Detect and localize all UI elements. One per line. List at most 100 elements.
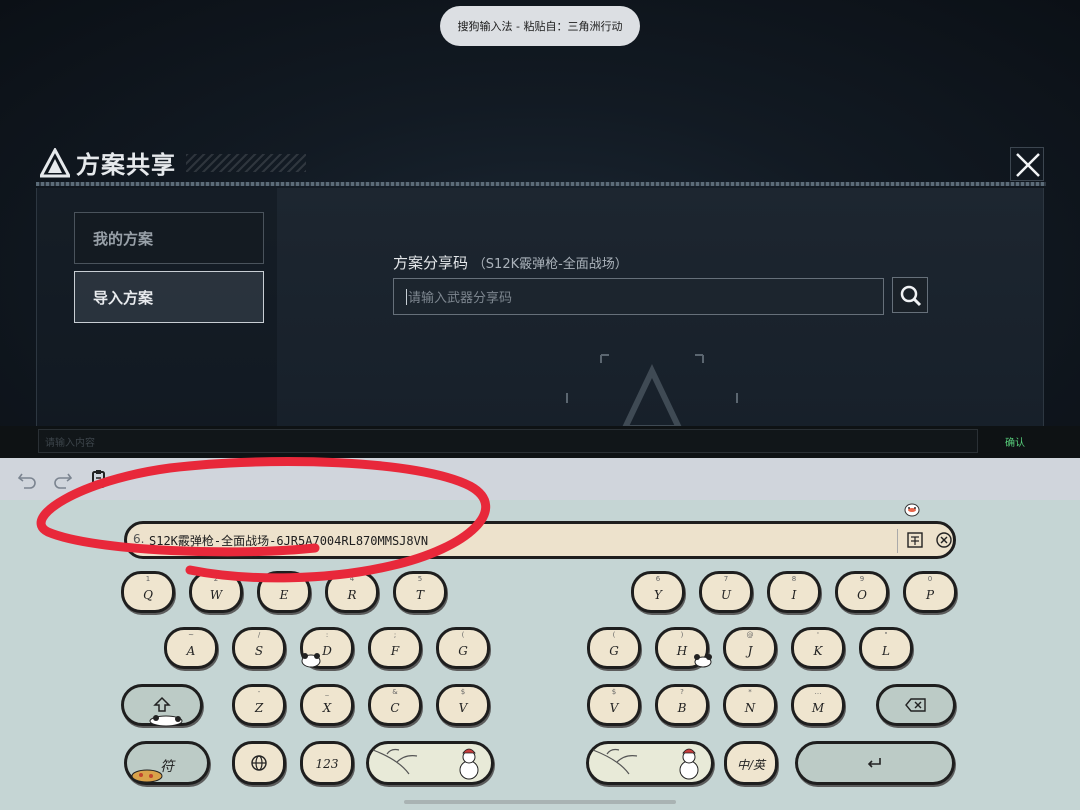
key-hint: 7: [723, 575, 729, 583]
candidate-divider: [897, 529, 898, 553]
branch-snowman-icon: [372, 748, 479, 780]
key-n[interactable]: * N: [723, 684, 777, 726]
shift-key[interactable]: [121, 684, 203, 727]
share-code-input[interactable]: 请输入武器分享码: [393, 278, 884, 315]
search-icon: [900, 285, 922, 307]
header-divider: [36, 182, 1046, 186]
key-k[interactable]: ' K: [791, 627, 845, 669]
confirm-button[interactable]: 确认: [990, 429, 1040, 453]
key-label: P: [925, 588, 935, 602]
number-key-label: 123: [315, 757, 339, 771]
key-hint: ): [680, 631, 684, 639]
key-label: O: [857, 588, 867, 602]
key-label: T: [415, 588, 424, 602]
clipboard-icon[interactable]: [88, 468, 110, 490]
space-key-left[interactable]: [366, 741, 494, 785]
key-b[interactable]: ? B: [655, 684, 709, 726]
key-hint: &: [392, 688, 398, 696]
key-label: X: [322, 701, 332, 715]
key-q[interactable]: 1Q: [121, 571, 175, 613]
key-l[interactable]: " L: [859, 627, 913, 669]
game-input-bar: 请输入内容 确认: [0, 426, 1080, 458]
key-w[interactable]: 2W: [189, 571, 243, 613]
game-text-input[interactable]: 请输入内容: [38, 429, 978, 453]
key-e[interactable]: 3E: [257, 571, 311, 613]
delta-logo-icon: [40, 148, 70, 178]
key-o[interactable]: 9O: [835, 571, 889, 613]
backspace-key[interactable]: [876, 684, 956, 726]
backspace-icon: [905, 698, 926, 712]
key-c[interactable]: & C: [368, 684, 422, 726]
key-f[interactable]: ; F: [368, 627, 422, 669]
key-r[interactable]: 4R: [325, 571, 379, 613]
key-d[interactable]: :D: [300, 627, 354, 669]
key-hint: _: [325, 688, 329, 696]
key-label: V: [458, 701, 468, 715]
key-g-right[interactable]: (G: [587, 627, 641, 669]
candidate-bar[interactable]: 6. S12K霰弹枪-全面战场-6JR5A7004RL870MMSJ8VN: [124, 521, 956, 559]
key-label: Q: [143, 588, 153, 602]
candidate-index: 6.: [133, 532, 145, 546]
key-label: B: [677, 701, 687, 715]
close-icon: [1016, 153, 1040, 177]
key-label: W: [209, 588, 223, 602]
key-hint: 1: [145, 575, 151, 583]
food-bowl-icon: [131, 769, 163, 783]
key-t[interactable]: 5T: [393, 571, 447, 613]
pin-icon[interactable]: [906, 531, 924, 549]
globe-icon: [251, 755, 267, 771]
key-g-left[interactable]: (G: [436, 627, 490, 669]
key-v-left[interactable]: $ V: [436, 684, 490, 726]
mascot-icon[interactable]: [902, 501, 922, 517]
share-code-placeholder: 请输入武器分享码: [408, 291, 513, 306]
language-switch-key[interactable]: 中/英: [724, 741, 778, 785]
key-hint: 9: [859, 575, 865, 583]
space-key-right[interactable]: [586, 741, 714, 785]
close-candidate-icon[interactable]: [935, 531, 953, 549]
key-label: Z: [254, 701, 264, 715]
language-key-label: 中/英: [736, 758, 766, 772]
key-z[interactable]: -Z: [232, 684, 286, 726]
key-hint: 4: [349, 575, 355, 583]
panel-body: 我的方案 导入方案 方案分享码 （S12K霰弹枪-全面战场） 请输入武器分享码: [36, 188, 1044, 428]
key-hint: 8: [791, 575, 797, 583]
key-label: E: [279, 588, 289, 602]
key-s[interactable]: / S: [232, 627, 286, 669]
enter-icon: [867, 758, 881, 768]
key-hint: ?: [680, 688, 684, 696]
tab-import-plan[interactable]: 导入方案: [74, 271, 264, 323]
key-p[interactable]: 0P: [903, 571, 957, 613]
number-key[interactable]: 123: [300, 741, 354, 785]
close-button[interactable]: [1010, 147, 1044, 181]
background-emblem-icon: [566, 354, 738, 428]
candidate-text[interactable]: S12K霰弹枪-全面战场-6JR5A7004RL870MMSJ8VN: [149, 532, 428, 549]
key-label: C: [390, 701, 400, 715]
panel-title: 方案共享: [76, 151, 176, 179]
key-x[interactable]: _ X: [300, 684, 354, 726]
key-m[interactable]: … M: [791, 684, 845, 726]
key-hint: @: [746, 631, 754, 639]
key-v-right[interactable]: $ V: [587, 684, 641, 726]
key-j[interactable]: @ J: [723, 627, 777, 669]
key-y[interactable]: 6Y: [631, 571, 685, 613]
enter-key[interactable]: [795, 741, 955, 785]
key-a[interactable]: ~ A: [164, 627, 218, 669]
key-label: M: [811, 701, 825, 715]
search-button[interactable]: [892, 277, 928, 313]
home-indicator: [404, 800, 676, 804]
share-code-title: 方案分享码: [393, 254, 469, 272]
key-i[interactable]: 8I: [767, 571, 821, 613]
title-decoration: [186, 154, 306, 172]
key-u[interactable]: 7U: [699, 571, 753, 613]
key-label: Y: [654, 588, 662, 602]
key-hint: 0: [927, 575, 933, 583]
undo-icon[interactable]: [16, 468, 38, 490]
key-h[interactable]: ) H: [655, 627, 712, 669]
globe-key[interactable]: [232, 741, 286, 785]
tab-my-plans[interactable]: 我的方案: [74, 212, 264, 264]
symbol-key[interactable]: 符: [124, 741, 210, 785]
key-hint: ": [884, 631, 888, 639]
key-hint: /: [257, 631, 261, 639]
key-label: U: [720, 588, 732, 602]
redo-icon[interactable]: [52, 468, 74, 490]
